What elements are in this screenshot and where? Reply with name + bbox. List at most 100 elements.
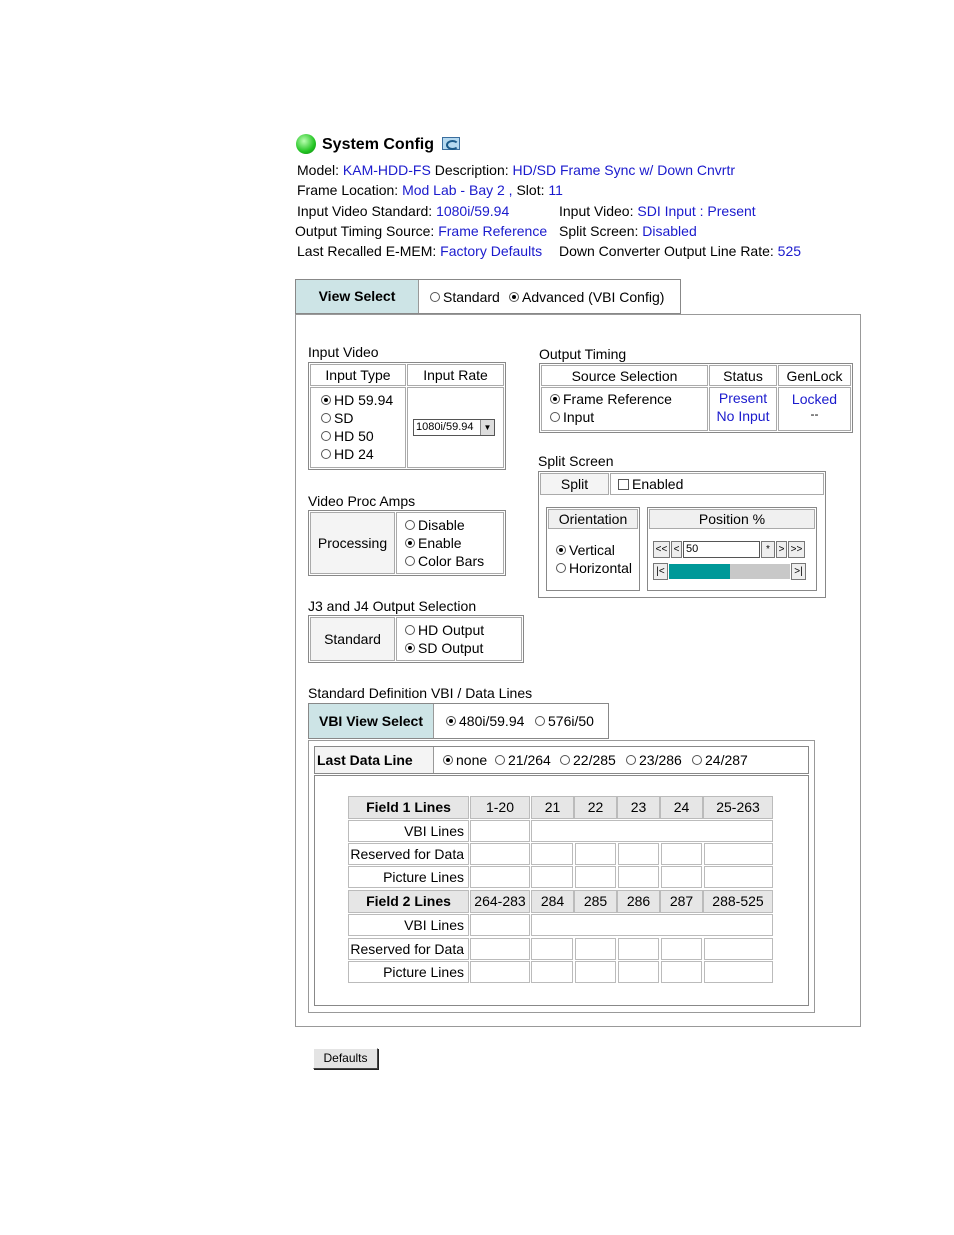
radio-icon[interactable] xyxy=(405,538,415,549)
proc-disable[interactable]: Disable xyxy=(405,517,465,533)
radio-icon[interactable] xyxy=(550,412,560,423)
down-converter-value: 525 xyxy=(777,243,802,259)
f2-reserved-cell[interactable] xyxy=(470,938,530,960)
position-star-button[interactable]: * xyxy=(761,541,775,558)
radio-icon[interactable] xyxy=(446,716,456,727)
f1-picture-label: Picture Lines xyxy=(348,866,469,888)
hd-output-label: HD Output xyxy=(418,622,485,638)
f1-picture-cell[interactable] xyxy=(575,866,616,888)
source-input[interactable]: Input xyxy=(550,409,594,425)
source-frame-reference[interactable]: Frame Reference xyxy=(550,391,672,407)
radio-icon[interactable] xyxy=(443,755,453,766)
f1-picture-cell[interactable] xyxy=(618,866,659,888)
ldl-23-286[interactable]: 23/286 xyxy=(626,752,682,768)
view-advanced-radio[interactable]: Advanced (VBI Config) xyxy=(509,289,664,305)
radio-icon[interactable] xyxy=(321,413,331,424)
f1-reserved-cell[interactable] xyxy=(470,843,530,865)
f2-picture-cell[interactable] xyxy=(575,961,616,983)
f2-picture-cell[interactable] xyxy=(531,961,573,983)
f2-vbi-cell[interactable] xyxy=(470,914,530,936)
f1-reserved-cell[interactable] xyxy=(618,843,659,865)
proc-enable[interactable]: Enable xyxy=(405,535,462,551)
position-first-button[interactable]: << xyxy=(653,541,670,558)
radio-icon[interactable] xyxy=(405,556,415,567)
view-select-label: View Select xyxy=(296,280,419,313)
f1-reserved-cell[interactable] xyxy=(575,843,616,865)
radio-icon[interactable] xyxy=(509,292,519,303)
vbi-480-radio[interactable]: 480i/59.94 xyxy=(446,713,524,729)
position-max-button[interactable]: >| xyxy=(791,563,806,580)
position-slider-track[interactable] xyxy=(669,564,790,579)
genlock-cell: Locked -- xyxy=(778,387,851,431)
radio-icon[interactable] xyxy=(321,395,331,406)
defaults-button[interactable]: Defaults xyxy=(313,1048,378,1069)
vbi-view-select-label: VBI View Select xyxy=(309,704,434,738)
info-row-4b: Split Screen: Disabled xyxy=(559,223,697,239)
radio-icon[interactable] xyxy=(560,755,570,766)
j3j4-hd-output[interactable]: HD Output xyxy=(405,622,484,638)
view-advanced-label: Advanced (VBI Config) xyxy=(522,289,665,305)
input-type-hd5994[interactable]: HD 59.94 xyxy=(321,392,393,408)
processing-label: Processing xyxy=(317,535,388,551)
radio-icon[interactable] xyxy=(692,755,702,766)
sd-output-label: SD Output xyxy=(418,640,484,656)
f2-reserved-cell[interactable] xyxy=(575,938,616,960)
position-last-button[interactable]: >> xyxy=(788,541,805,558)
radio-icon[interactable] xyxy=(321,449,331,460)
radio-icon[interactable] xyxy=(535,716,545,727)
orientation-horizontal[interactable]: Horizontal xyxy=(556,560,632,576)
page-title: System Config xyxy=(322,136,435,153)
f1-reserved-cell[interactable] xyxy=(661,843,702,865)
position-prev-button[interactable]: < xyxy=(671,541,682,558)
input-rate-select[interactable]: 1080i/59.94 ▼ xyxy=(413,419,495,436)
radio-icon[interactable] xyxy=(550,394,560,405)
input-type-hd50[interactable]: HD 50 xyxy=(321,428,374,444)
processing-label-cell: Processing xyxy=(310,512,395,574)
radio-icon[interactable] xyxy=(556,563,566,574)
radio-icon[interactable] xyxy=(556,545,566,556)
f2-reserved-cell[interactable] xyxy=(661,938,702,960)
f2-picture-cell[interactable] xyxy=(470,961,530,983)
j3j4-options-cell: HD Output SD Output xyxy=(396,617,522,661)
f2-picture-cell[interactable] xyxy=(661,961,702,983)
radio-icon[interactable] xyxy=(321,431,331,442)
f1-picture-cell[interactable] xyxy=(661,866,702,888)
f2-picture-cell[interactable] xyxy=(618,961,659,983)
ldl-22-285[interactable]: 22/285 xyxy=(560,752,616,768)
vbi-480-label: 480i/59.94 xyxy=(459,713,525,729)
ldl-21-264[interactable]: 21/264 xyxy=(495,752,551,768)
orientation-vertical[interactable]: Vertical xyxy=(556,542,615,558)
radio-icon[interactable] xyxy=(495,755,505,766)
radio-icon[interactable] xyxy=(626,755,636,766)
f2-picture-cell[interactable] xyxy=(704,961,773,983)
f1-picture-cell[interactable] xyxy=(470,866,530,888)
radio-icon[interactable] xyxy=(405,625,415,636)
position-input[interactable]: 50 xyxy=(683,541,760,558)
f1-vbi-cell[interactable] xyxy=(470,820,530,842)
refresh-icon[interactable] xyxy=(442,137,460,150)
f2-reserved-cell[interactable] xyxy=(704,938,773,960)
checkbox-icon[interactable] xyxy=(618,478,629,490)
input-type-sd[interactable]: SD xyxy=(321,410,353,426)
f2-reserved-cell[interactable] xyxy=(531,938,573,960)
proc-color-bars[interactable]: Color Bars xyxy=(405,553,484,569)
position-next-button[interactable]: > xyxy=(776,541,787,558)
f1-reserved-cell[interactable] xyxy=(531,843,573,865)
radio-icon[interactable] xyxy=(405,520,415,531)
vbi-576-radio[interactable]: 576i/50 xyxy=(535,713,594,729)
chevron-down-icon[interactable]: ▼ xyxy=(480,420,494,435)
ldl-option-label: none xyxy=(456,752,488,768)
position-min-button[interactable]: |< xyxy=(653,563,668,580)
view-standard-radio[interactable]: Standard xyxy=(430,289,500,305)
radio-icon[interactable] xyxy=(430,292,440,303)
f1-reserved-cell[interactable] xyxy=(704,843,773,865)
f2-reserved-cell[interactable] xyxy=(618,938,659,960)
f1-picture-cell[interactable] xyxy=(531,866,573,888)
ldl-none[interactable]: none xyxy=(443,752,487,768)
f1-picture-cell[interactable] xyxy=(704,866,773,888)
split-enabled-checkbox[interactable]: Enabled xyxy=(618,476,683,492)
radio-icon[interactable] xyxy=(405,643,415,654)
input-type-hd24[interactable]: HD 24 xyxy=(321,446,374,462)
ldl-24-287[interactable]: 24/287 xyxy=(692,752,748,768)
j3j4-sd-output[interactable]: SD Output xyxy=(405,640,483,656)
